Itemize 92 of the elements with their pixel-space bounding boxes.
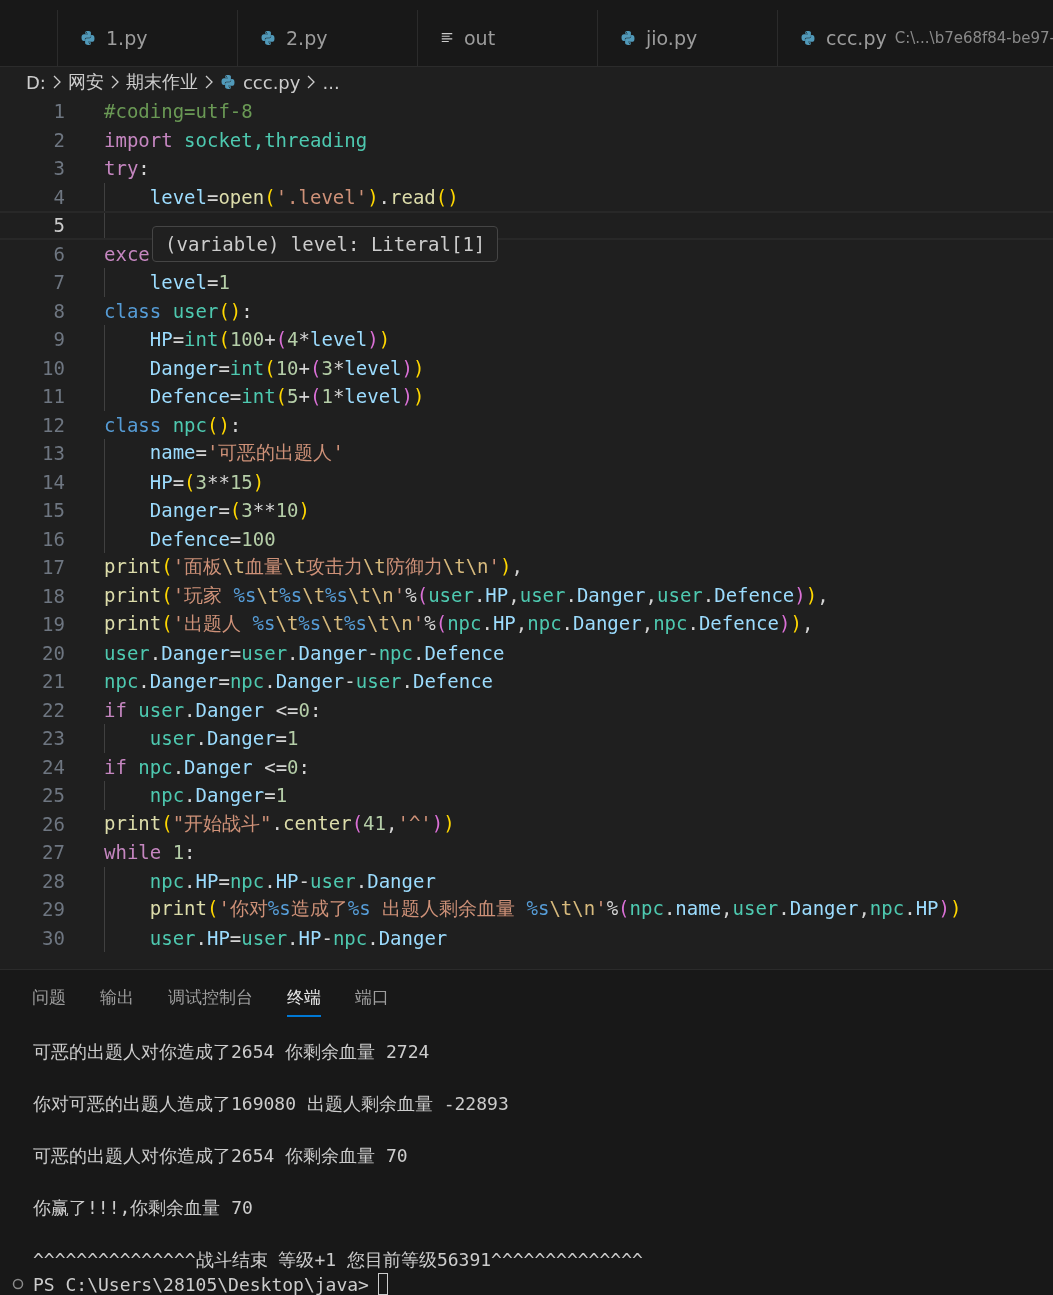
line-number: 8 bbox=[52, 299, 65, 322]
terminal-line: ^^^^^^^^^^^^^^^战斗结束 等级+1 您目前等级56391^^^^^^^^^^^^^^ bbox=[33, 1248, 643, 1272]
editor-tab[interactable]: jio.py bbox=[598, 10, 778, 66]
code-line: HP=(3**15) bbox=[149, 470, 265, 493]
panel-tab[interactable]: 问题 bbox=[32, 979, 66, 1017]
line-number: 16 bbox=[41, 527, 65, 550]
editor-tab[interactable]: 1.py bbox=[58, 10, 238, 66]
code-line: import socket,threading bbox=[104, 128, 368, 151]
code-line: HP=int(100+(4*level)) bbox=[149, 328, 391, 351]
circle-icon bbox=[12, 1278, 24, 1290]
python-icon bbox=[260, 30, 276, 46]
line-number: 10 bbox=[41, 356, 65, 379]
line-number: 23 bbox=[41, 727, 65, 750]
code-line: if npc.Danger <=0: bbox=[104, 755, 310, 778]
line-number: 2 bbox=[52, 128, 65, 151]
line-number: 30 bbox=[41, 926, 65, 949]
code-line: print('玩家 %s\t%s\t%s\t\n'%(user.HP,user.Danger,user.Defence)), bbox=[104, 582, 829, 608]
code-line: user.Danger=user.Danger-npc.Defence bbox=[104, 641, 505, 664]
line-number: 17 bbox=[41, 556, 65, 579]
editor-tab[interactable]: out bbox=[418, 10, 598, 66]
terminal-line: 可恶的出题人对你造成了2654 你剩余血量 70 bbox=[33, 1144, 408, 1168]
line-number: 1 bbox=[52, 100, 65, 123]
line-number: 28 bbox=[41, 869, 65, 892]
code-line: Danger=int(10+(3*level)) bbox=[149, 356, 425, 379]
code-line: name='可恶的出题人' bbox=[149, 440, 344, 466]
code-line: user.Danger=1 bbox=[149, 727, 299, 750]
code-line: print('出题人 %s\t%s\t%s\t\n'%(npc.HP,npc.Danger,npc.Defence)), bbox=[104, 611, 814, 637]
code-line: print("开始战斗".center(41,'^')) bbox=[104, 810, 455, 836]
code-line: while 1: bbox=[104, 841, 196, 864]
terminal-cursor bbox=[377, 1273, 388, 1295]
code-line: level=1 bbox=[149, 271, 230, 294]
chevron-right-icon bbox=[110, 75, 119, 89]
line-number: 7 bbox=[52, 271, 65, 294]
line-number: 12 bbox=[41, 413, 65, 436]
code-line: user.HP=user.HP-npc.Danger bbox=[149, 926, 448, 949]
line-number: 29 bbox=[41, 898, 65, 921]
terminal-line: 你赢了!!!,你剩余血量 70 bbox=[33, 1196, 253, 1220]
terminal-line: 你对可恶的出题人造成了169080 出题人剩余血量 -22893 bbox=[33, 1092, 509, 1116]
code-line: npc.Danger=1 bbox=[149, 784, 288, 807]
code-line: npc.Danger=npc.Danger-user.Defence bbox=[104, 670, 494, 693]
line-number: 4 bbox=[52, 185, 65, 208]
code-line: Danger=(3**10) bbox=[149, 499, 310, 522]
editor-tab[interactable]: 2.py bbox=[238, 10, 418, 66]
line-number: 26 bbox=[41, 812, 65, 835]
line-number: 5 bbox=[52, 214, 65, 237]
code-line: exce bbox=[104, 242, 150, 265]
line-number: 25 bbox=[41, 784, 65, 807]
code-line: class npc(): bbox=[104, 413, 242, 436]
line-number: 3 bbox=[52, 157, 65, 180]
line-number: 21 bbox=[41, 670, 65, 693]
line-number: 13 bbox=[41, 442, 65, 465]
breadcrumb-item[interactable]: 期末作业 bbox=[125, 70, 198, 94]
line-number: 18 bbox=[41, 584, 65, 607]
code-line: Defence=int(5+(1*level)) bbox=[149, 385, 425, 408]
code-line: try: bbox=[104, 157, 150, 180]
code-line: #coding=utf-8 bbox=[104, 100, 253, 123]
line-number: 24 bbox=[41, 755, 65, 778]
line-number: 15 bbox=[41, 499, 65, 522]
line-number: 9 bbox=[52, 328, 65, 351]
line-number: 11 bbox=[41, 385, 65, 408]
code-line: if user.Danger <=0: bbox=[104, 698, 322, 721]
code-line: npc.HP=npc.HP-user.Danger bbox=[149, 869, 436, 892]
code-line: print('你对%s造成了%s 出题人剩余血量 %s\t\n'%(npc.name,user.Danger,npc.HP)) bbox=[149, 896, 962, 922]
breadcrumb-item[interactable]: 网安 bbox=[67, 70, 104, 94]
python-icon bbox=[80, 30, 96, 46]
panel-tab[interactable]: 端口 bbox=[355, 979, 389, 1017]
code-line: print('面板\t血量\t攻击力\t防御力\t\n'), bbox=[104, 554, 523, 580]
python-icon bbox=[800, 30, 816, 46]
code-line: class user(): bbox=[104, 299, 253, 322]
hover-tooltip: (variable) level: Literal[1] bbox=[152, 226, 499, 262]
line-number: 20 bbox=[41, 641, 65, 664]
line-number: 14 bbox=[41, 470, 65, 493]
chevron-right-icon bbox=[52, 75, 61, 89]
line-number: 27 bbox=[41, 841, 65, 864]
lines-icon bbox=[440, 31, 454, 45]
line-number: 22 bbox=[41, 698, 65, 721]
breadcrumb-item[interactable]: D: bbox=[26, 71, 46, 93]
breadcrumb-item[interactable]: ... bbox=[322, 71, 340, 93]
panel-tab[interactable]: 调试控制台 bbox=[168, 979, 253, 1017]
line-number: 6 bbox=[52, 242, 65, 265]
python-icon bbox=[219, 74, 236, 90]
code-line: Defence=100 bbox=[149, 527, 276, 550]
chevron-right-icon bbox=[204, 75, 213, 89]
chevron-right-icon bbox=[307, 75, 316, 89]
panel-tab[interactable]: 终端 bbox=[287, 979, 321, 1017]
panel-tab[interactable]: 输出 bbox=[100, 979, 134, 1017]
python-icon bbox=[620, 30, 636, 46]
terminal-line: 可恶的出题人对你造成了2654 你剩余血量 2724 bbox=[33, 1040, 430, 1064]
code-line: level=open('.level').read() bbox=[149, 185, 459, 208]
line-number: 19 bbox=[41, 613, 65, 636]
terminal-prompt: PS C:\Users\28105\Desktop\java> bbox=[33, 1273, 369, 1295]
breadcrumb-item[interactable]: ccc.py bbox=[242, 71, 301, 93]
